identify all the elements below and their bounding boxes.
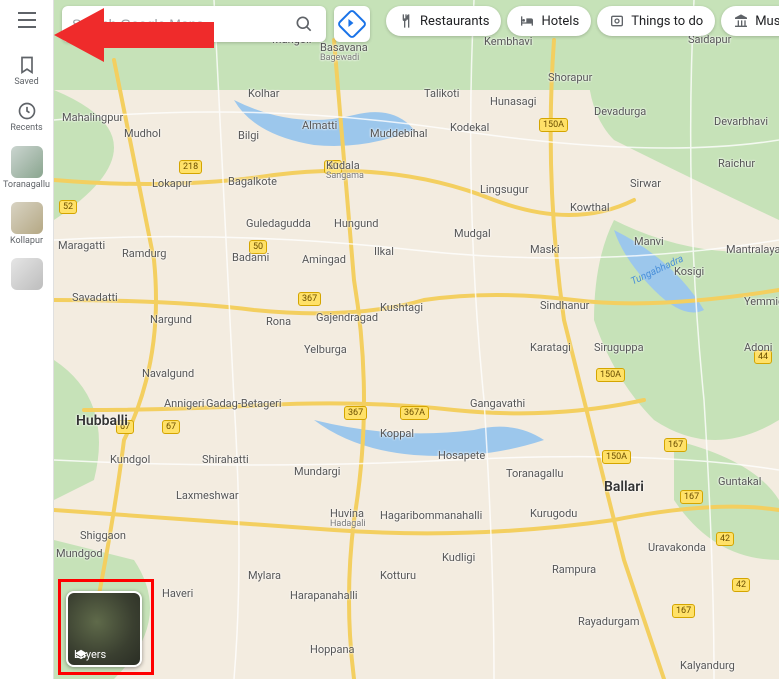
search-button[interactable] bbox=[292, 12, 316, 36]
place-label: Toranagallu bbox=[1, 180, 53, 190]
chip-museums[interactable]: Museums bbox=[721, 6, 779, 36]
chip-label: Hotels bbox=[541, 14, 579, 29]
chip-restaurants[interactable]: Restaurants bbox=[386, 6, 501, 36]
recent-place-unknown[interactable] bbox=[0, 258, 53, 292]
clock-icon bbox=[17, 101, 37, 121]
chip-label: Things to do bbox=[631, 14, 703, 29]
layers-icon bbox=[74, 648, 88, 662]
chip-things-to-do[interactable]: Things to do bbox=[597, 6, 715, 36]
layers-button[interactable]: Layers bbox=[66, 591, 142, 667]
chip-hotels[interactable]: Hotels bbox=[507, 6, 591, 36]
recent-place-kollapur[interactable]: Kollapur bbox=[0, 202, 53, 246]
chip-label: Museums bbox=[755, 14, 779, 29]
chip-label: Restaurants bbox=[420, 14, 489, 29]
map-svg bbox=[54, 0, 779, 679]
recent-place-toranagallu[interactable]: Toranagallu bbox=[0, 146, 53, 190]
app-root: Saved Recents Toranagallu Kollapur bbox=[0, 0, 779, 679]
place-label: Kollapur bbox=[1, 236, 53, 246]
category-chips: Restaurants Hotels Things to do Museums bbox=[386, 6, 779, 36]
place-thumbnail-icon bbox=[11, 258, 43, 290]
directions-icon bbox=[336, 8, 367, 39]
recents-label: Recents bbox=[10, 123, 42, 133]
place-thumbnail-icon bbox=[11, 202, 43, 234]
search-box[interactable] bbox=[62, 6, 326, 42]
restaurant-icon bbox=[398, 13, 414, 29]
directions-button[interactable] bbox=[334, 6, 370, 42]
place-thumbnail-icon bbox=[11, 146, 43, 178]
menu-button[interactable] bbox=[13, 6, 41, 34]
left-sidebar: Saved Recents Toranagallu Kollapur bbox=[0, 0, 54, 679]
bookmark-icon bbox=[17, 55, 37, 75]
layers-caption: Layers bbox=[74, 648, 106, 661]
search-icon bbox=[294, 14, 314, 34]
map-canvas[interactable]: 150A 150A 150A 167 167 167 218 50 50 367… bbox=[54, 0, 779, 679]
ticket-icon bbox=[609, 13, 625, 29]
recents-button[interactable]: Recents bbox=[0, 101, 53, 133]
saved-button[interactable]: Saved bbox=[0, 55, 53, 87]
search-input[interactable] bbox=[72, 16, 292, 32]
saved-label: Saved bbox=[14, 77, 38, 87]
museum-icon bbox=[733, 13, 749, 29]
hotel-icon bbox=[519, 13, 535, 29]
search-container bbox=[62, 6, 370, 42]
